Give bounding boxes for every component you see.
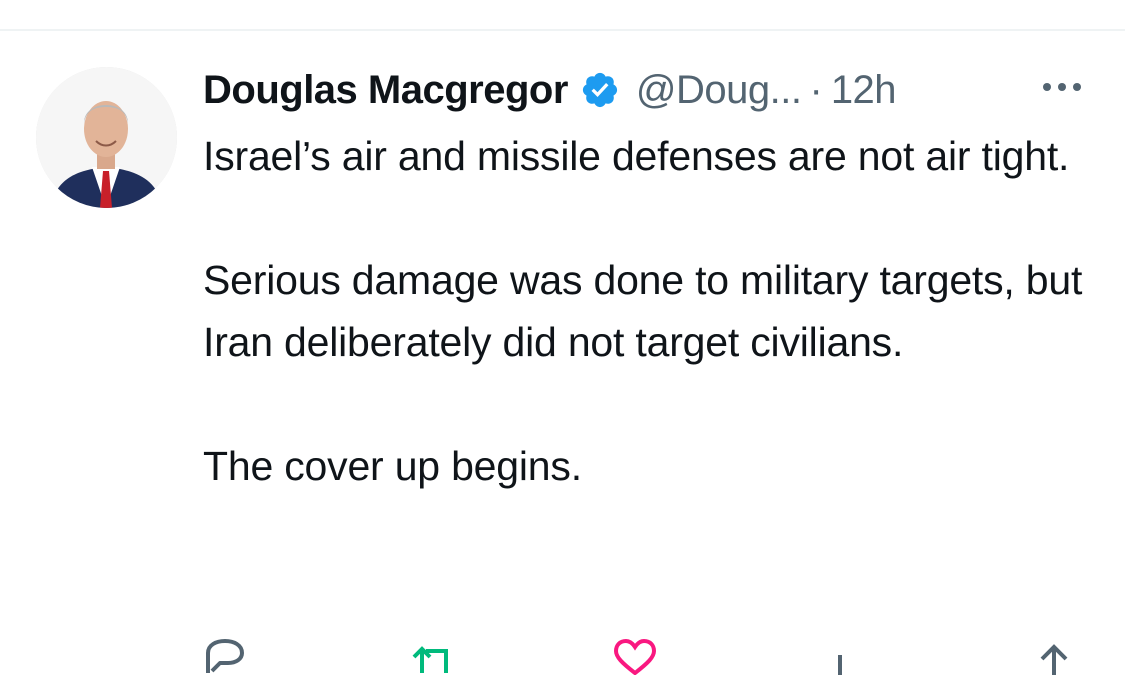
action-bar	[200, 635, 1080, 676]
avatar[interactable]	[36, 67, 177, 208]
like-icon[interactable]	[610, 635, 660, 676]
header-separator: ·	[809, 67, 823, 112]
share-icon[interactable]	[1030, 635, 1080, 675]
verified-badge-icon	[580, 70, 620, 110]
author-name[interactable]: Douglas Macgregor	[203, 68, 568, 113]
tweet[interactable]: Douglas Macgregor @Doug... · 12h Israel’…	[0, 31, 1125, 676]
avatar-photo	[36, 67, 177, 208]
tweet-paragraph: The cover up begins.	[203, 443, 582, 489]
retweet-icon[interactable]	[410, 635, 460, 675]
tweet-text: Israel’s air and missile defenses are no…	[203, 125, 1083, 497]
tweet-paragraph: Serious damage was done to military targ…	[203, 257, 1083, 365]
more-horizontal-icon[interactable]	[1038, 75, 1086, 99]
tweet-timestamp[interactable]: 12h	[831, 68, 897, 113]
author-handle[interactable]: @Doug...	[636, 68, 802, 113]
views-icon[interactable]	[815, 635, 865, 675]
reply-icon[interactable]	[200, 635, 250, 675]
tweet-header: Douglas Macgregor @Doug... · 12h	[203, 65, 897, 115]
tweet-paragraph: Israel’s air and missile defenses are no…	[203, 133, 1070, 179]
